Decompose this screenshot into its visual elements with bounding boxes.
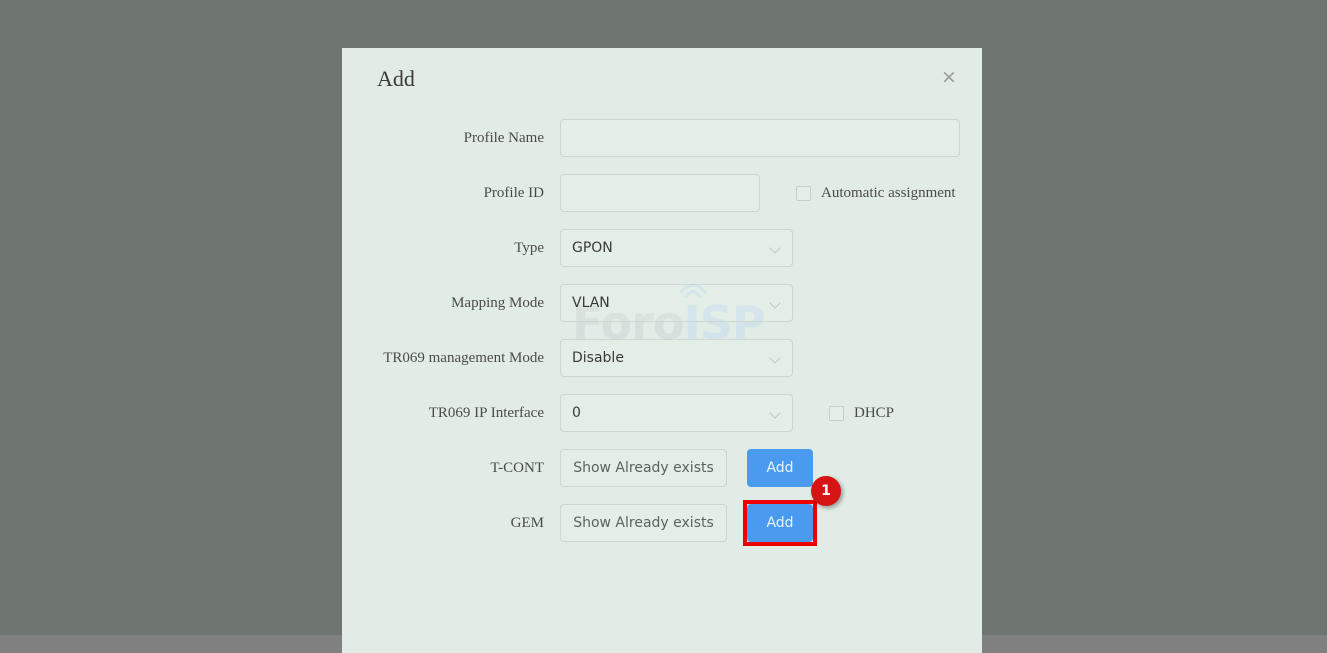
mapping-mode-value: VLAN [572,295,610,311]
chevron-down-icon [769,407,781,419]
profile-name-label: Profile Name [463,129,544,146]
tr069-management-mode-value: Disable [572,350,624,366]
tr069-management-mode-select[interactable]: Disable [560,339,793,377]
automatic-assignment-label: Automatic assignment [821,184,956,201]
automatic-assignment-checkbox-group[interactable]: Automatic assignment [796,185,956,202]
tr069-ip-interface-select[interactable]: 0 [560,394,793,432]
tr069-ip-interface-value: 0 [572,405,581,421]
chevron-down-icon [769,352,781,364]
mapping-mode-label: Mapping Mode [451,294,544,311]
tr069-management-mode-label: TR069 management Mode [383,349,544,366]
type-label: Type [514,239,544,256]
field-row-type: Type GPON [342,226,982,270]
gem-show-existing-button[interactable]: Show Already exists [560,504,727,542]
field-row-tr069-management-mode: TR069 management Mode Disable [342,336,982,380]
dhcp-checkbox[interactable] [829,405,844,421]
profile-name-input[interactable] [560,119,960,157]
dhcp-checkbox-group[interactable]: DHCP [829,405,894,422]
field-row-tcont: T-CONT Show Already exists Add [342,446,982,490]
profile-id-label: Profile ID [483,184,544,201]
field-row-mapping-mode: Mapping Mode VLAN [342,281,982,325]
add-profile-form: Profile Name Profile ID Automatic assign… [342,116,982,556]
close-icon[interactable]: × [938,66,960,88]
field-row-profile-name: Profile Name [342,116,982,160]
gem-add-highlight: Add 1 [743,476,841,546]
mapping-mode-select[interactable]: VLAN [560,284,793,322]
tr069-ip-interface-label: TR069 IP Interface [428,404,544,421]
gem-add-button[interactable]: Add [747,504,813,542]
automatic-assignment-checkbox[interactable] [796,185,811,201]
add-line-profile-dialog: Add × ForoISP Profile Name Profile ID Au… [342,48,982,653]
field-row-profile-id: Profile ID Automatic assignment [342,171,982,215]
type-select[interactable]: GPON [560,229,793,267]
gem-label: GEM [510,514,544,531]
profile-id-input[interactable] [560,174,760,212]
tcont-add-button[interactable]: Add [747,449,813,487]
dhcp-label: DHCP [854,404,895,421]
step-badge: 1 [811,476,841,506]
tcont-show-existing-button[interactable]: Show Already exists [560,449,727,487]
tcont-label: T-CONT [490,459,544,476]
chevron-down-icon [769,297,781,309]
dialog-title: Add [377,66,415,91]
field-row-tr069-ip-interface: TR069 IP Interface 0 DHCP [342,391,982,435]
type-value: GPON [572,240,613,256]
chevron-down-icon [769,242,781,254]
field-row-gem: GEM Show Already exists Add 1 [342,476,982,546]
